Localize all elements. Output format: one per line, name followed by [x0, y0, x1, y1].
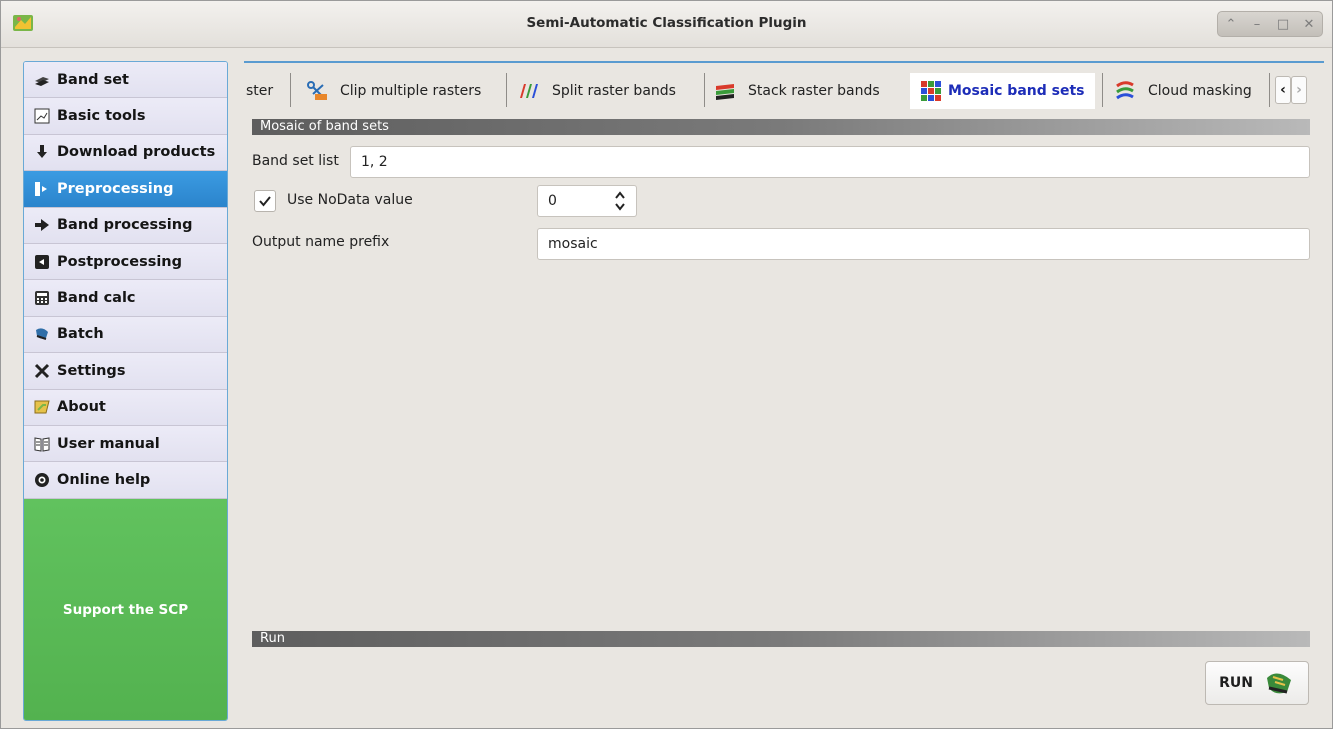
sidebar-item-label: Preprocessing [57, 180, 174, 197]
minimize-icon[interactable]: – [1247, 14, 1267, 34]
close-icon[interactable]: ✕ [1299, 14, 1319, 34]
tab-clip-multiple-rasters[interactable]: Clip multiple rasters [306, 73, 481, 109]
sidebar-item-label: About [57, 399, 106, 416]
postprocessing-icon [34, 254, 50, 270]
tab-bar: ster Clip multiple rasters Split raster … [244, 61, 1324, 113]
section-title: Mosaic of band sets [260, 119, 389, 134]
sidebar-item-label: Basic tools [57, 108, 146, 125]
preprocessing-icon [34, 181, 50, 197]
support-scp-button[interactable]: Support the SCP [24, 499, 227, 720]
tab-label: Mosaic band sets [948, 83, 1085, 99]
band-set-list-label: Band set list [252, 153, 339, 169]
section-title: Run [260, 631, 285, 646]
sidebar-item-label: User manual [57, 435, 160, 452]
tab-label: Clip multiple rasters [340, 83, 482, 99]
online-help-icon [34, 472, 50, 488]
tab-cloud-masking[interactable]: Cloud masking [1114, 73, 1252, 109]
tab-label: Split raster bands [552, 83, 676, 99]
band-set-icon [34, 72, 50, 88]
spin-arrows-icon[interactable] [614, 190, 626, 212]
sidebar-item-postprocessing[interactable]: Postprocessing [24, 243, 227, 281]
tab-label: ster [246, 83, 274, 99]
maximize-icon[interactable]: □ [1273, 14, 1293, 34]
about-icon [34, 399, 50, 415]
sidebar-item-preprocessing[interactable]: Preprocessing [24, 171, 227, 208]
tab-separator [1269, 73, 1270, 107]
section-header-mosaic: Mosaic of band sets [252, 119, 1310, 135]
batch-icon [34, 326, 50, 342]
run-button[interactable]: RUN [1205, 661, 1309, 705]
sidebar-item-label: Band processing [57, 217, 193, 234]
sidebar-item-label: Settings [57, 362, 126, 379]
sidebar-item-batch[interactable]: Batch [24, 316, 227, 354]
download-icon [34, 144, 50, 160]
nodata-checkbox[interactable] [254, 190, 276, 212]
title-bar: Semi-Automatic Classification Plugin ⌃ –… [1, 1, 1332, 48]
user-manual-icon [34, 436, 50, 452]
split-icon [520, 84, 538, 98]
section-header-run: Run [252, 631, 1310, 647]
tab-raster-partial[interactable]: ster [246, 73, 273, 109]
sidebar-item-online-help[interactable]: Online help [24, 462, 227, 499]
tab-label: Stack raster bands [748, 83, 880, 99]
tab-separator [506, 73, 507, 107]
window-title: Semi-Automatic Classification Plugin [526, 15, 807, 31]
up-icon[interactable]: ⌃ [1221, 14, 1241, 34]
sidebar-item-label: Band calc [57, 290, 136, 307]
sidebar-item-about[interactable]: About [24, 389, 227, 426]
tab-separator [704, 73, 705, 107]
stack-icon [716, 84, 734, 100]
output-prefix-label: Output name prefix [252, 234, 390, 250]
sidebar-item-band-set[interactable]: Band set [24, 62, 227, 99]
sidebar-item-label: Online help [57, 471, 151, 488]
tab-mosaic-band-sets[interactable]: Mosaic band sets [910, 73, 1095, 109]
tab-separator [290, 73, 291, 107]
sidebar-item-band-processing[interactable]: Band processing [24, 207, 227, 244]
settings-icon [34, 363, 50, 379]
checkmark-icon [259, 196, 271, 207]
plugin-window: Semi-Automatic Classification Plugin ⌃ –… [0, 0, 1333, 729]
run-icon [1266, 673, 1291, 694]
support-label: Support the SCP [62, 601, 189, 618]
sidebar-item-settings[interactable]: Settings [24, 353, 227, 390]
nodata-value: 0 [548, 193, 557, 209]
sidebar-item-label: Download products [57, 144, 216, 161]
tab-stack-raster-bands[interactable]: Stack raster bands [714, 73, 880, 109]
sidebar-item-basic-tools[interactable]: Basic tools [24, 98, 227, 135]
nodata-value-stepper[interactable]: 0 [537, 185, 637, 217]
clip-icon [307, 81, 327, 100]
sidebar-item-label: Batch [57, 326, 104, 343]
tab-separator [1102, 73, 1103, 107]
tab-scroll-right-icon[interactable]: › [1291, 76, 1307, 104]
sidebar-item-user-manual[interactable]: User manual [24, 425, 227, 463]
window-controls: ⌃ – □ ✕ [1217, 11, 1323, 37]
basic-tools-icon [34, 108, 50, 124]
mosaic-icon [921, 81, 941, 101]
output-prefix-input[interactable]: mosaic [537, 228, 1310, 260]
sidebar-item-label: Postprocessing [57, 253, 183, 270]
tab-label: Cloud masking [1148, 83, 1252, 99]
sidebar-item-band-calc[interactable]: Band calc [24, 280, 227, 317]
band-set-list-input[interactable]: 1, 2 [350, 146, 1310, 178]
tab-scroll-left-icon[interactable]: ‹ [1275, 76, 1291, 104]
nodata-label: Use NoData value [287, 192, 413, 208]
band-processing-icon [34, 217, 50, 233]
sidebar-item-label: Band set [57, 71, 129, 88]
band-calc-icon [34, 290, 50, 306]
sidebar: Band set Basic tools Download products P… [23, 61, 228, 721]
run-label: RUN [1219, 675, 1253, 691]
sidebar-item-download-products[interactable]: Download products [24, 134, 227, 172]
cloud-mask-icon [1116, 81, 1134, 100]
tab-split-raster-bands[interactable]: Split raster bands [518, 73, 676, 109]
